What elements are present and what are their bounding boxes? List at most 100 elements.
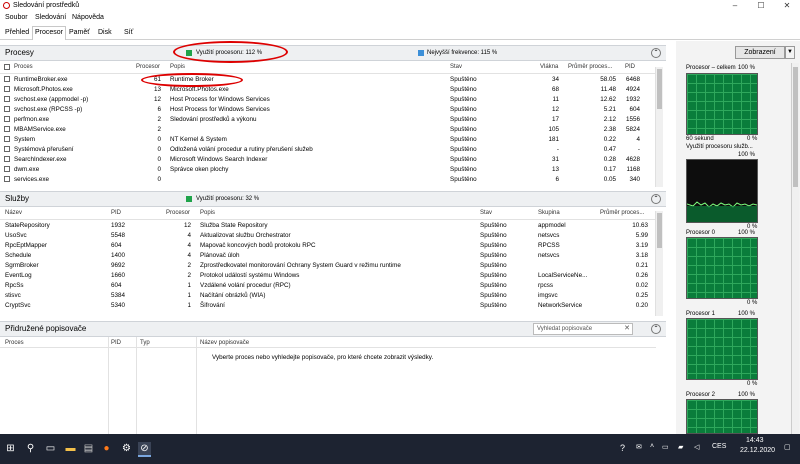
service-cell: Spuštěno [480, 282, 507, 289]
tab-disk[interactable]: Disk [96, 27, 114, 38]
handles-header[interactable]: Přidružené popisovače Vyhledat popisovač… [0, 321, 666, 337]
collapse-services-button[interactable]: ⌃ [651, 194, 661, 204]
volume-icon[interactable]: ◁ [694, 443, 699, 451]
menu-soubor[interactable]: Soubor [5, 14, 28, 21]
process-checkbox[interactable] [4, 166, 10, 172]
help-icon[interactable]: ? [620, 443, 625, 453]
maximize-icon[interactable]: ☐ [748, 0, 774, 12]
process-row[interactable]: dwm.exe 0 Správce oken plochy Spuštěno 13 0.1… [0, 165, 656, 175]
process-row[interactable]: svchost.exe (RPCSS -p) 6 Host Process for … [0, 105, 656, 115]
col-pid[interactable]: PID [625, 64, 635, 70]
service-row[interactable]: EventLog 1660 2 Protokol událostí systému W… [0, 271, 656, 281]
service-cell: Načítání obrázků (WIA) [200, 292, 266, 299]
process-checkbox[interactable] [4, 176, 10, 182]
process-row[interactable]: Systémová přerušení 0 Odložená volání proc… [0, 145, 656, 155]
language-indicator[interactable]: CES [712, 443, 726, 450]
col-h-pid[interactable]: PID [111, 340, 121, 346]
close-icon[interactable]: ✕ [774, 0, 800, 12]
col-skupina[interactable]: Skupina [538, 210, 560, 216]
col-svc-popis[interactable]: Popis [200, 210, 215, 216]
file-explorer-icon[interactable]: ▬ [64, 442, 77, 455]
process-checkbox[interactable] [4, 136, 10, 142]
process-checkbox[interactable] [4, 106, 10, 112]
col-procesor[interactable]: Procesor [136, 64, 160, 70]
process-row[interactable]: services.exe 0 Spuštěno 6 0.05 340 [0, 175, 656, 185]
collapse-processes-button[interactable]: ⌃ [651, 48, 661, 58]
process-row[interactable]: MBAMService.exe 2 Spuštěno 105 2.38 5824 [0, 125, 656, 135]
col-popis[interactable]: Popis [170, 64, 185, 70]
process-row[interactable]: svchost.exe (appmodel -p) 12 Host Process … [0, 95, 656, 105]
col-h-typ[interactable]: Typ [140, 340, 150, 346]
process-cell: 68 [551, 86, 559, 93]
mail-icon[interactable]: ✉ [636, 443, 642, 451]
graph-core1-title: Procesor 1 [686, 311, 716, 317]
graph-core0-title: Procesor 0 [686, 230, 716, 236]
process-checkbox[interactable] [4, 126, 10, 132]
service-row[interactable]: SgrmBroker 9692 2 Zprostředkovatel monitoro… [0, 261, 656, 271]
service-cell: 2 [187, 272, 191, 279]
battery-icon[interactable]: ▭ [662, 443, 669, 451]
network-icon[interactable]: ▰ [678, 443, 683, 451]
process-checkbox[interactable] [4, 86, 10, 92]
service-row[interactable]: Schedule 1400 4 Plánovač úloh Spuštěno netsvc… [0, 251, 656, 261]
process-checkbox[interactable] [4, 146, 10, 152]
service-row[interactable]: RpcSs 604 1 Vzdálené volání procedur (RPC) S… [0, 281, 656, 291]
clock-date[interactable]: 22.12.2020 [740, 447, 775, 454]
handles-search-input[interactable]: Vyhledat popisovače [537, 326, 592, 332]
graphs-scrollbar[interactable] [791, 63, 799, 434]
service-row[interactable]: CryptSvc 5340 1 Šifrování Spuštěno NetworkSer… [0, 301, 656, 311]
col-svc-procesor[interactable]: Procesor [166, 210, 190, 216]
col-svc-stav[interactable]: Stav [480, 210, 492, 216]
tray-chevron-icon[interactable]: ˄ [650, 443, 654, 450]
service-row[interactable]: StateRepository 1932 12 Služba State Reposi… [0, 221, 656, 231]
col-proces[interactable]: Proces [14, 64, 33, 70]
col-stav[interactable]: Stav [450, 64, 462, 70]
process-checkbox[interactable] [4, 96, 10, 102]
col-svc-pid[interactable]: PID [111, 210, 121, 216]
select-all-checkbox[interactable] [4, 64, 10, 70]
app-icon-taskbar[interactable]: ▤ [82, 442, 95, 455]
resource-monitor-taskbar-icon[interactable]: ⊘ [138, 442, 151, 457]
minimize-icon[interactable]: – [722, 0, 748, 12]
services-scrollbar[interactable] [655, 211, 663, 316]
process-row[interactable]: Microsoft.Photos.exe 13 Microsoft.Photos.e… [0, 85, 656, 95]
process-checkbox[interactable] [4, 76, 10, 82]
col-nazev[interactable]: Název [5, 210, 22, 216]
menu-sledovani[interactable]: Sledování [35, 14, 66, 21]
collapse-handles-button[interactable]: ⌃ [651, 324, 661, 334]
col-h-proces[interactable]: Proces [5, 340, 24, 346]
tab-pamet[interactable]: Paměť [67, 27, 92, 38]
col-prumer[interactable]: Průměr proces... [568, 64, 612, 70]
process-row[interactable]: perfmon.exe 2 Sledování prostředků a výkon… [0, 115, 656, 125]
clear-search-icon[interactable]: ✕ [624, 324, 630, 332]
process-checkbox[interactable] [4, 156, 10, 162]
task-view-icon[interactable]: ▭ [44, 442, 57, 455]
notifications-icon[interactable]: ▢ [784, 443, 791, 451]
start-icon[interactable]: ⊞ [4, 442, 17, 455]
col-vlakna[interactable]: Vlákna [540, 64, 558, 70]
col-h-nazev[interactable]: Název popisovače [200, 340, 249, 346]
clock-time[interactable]: 14:43 [746, 437, 764, 444]
service-cell: 604 [111, 242, 122, 249]
menu-napoveda[interactable]: Nápověda [72, 14, 104, 21]
tab-prehled[interactable]: Přehled [3, 27, 31, 38]
processes-header[interactable]: Procesy Využití procesoru: 112 % Nejvyšš… [0, 45, 666, 61]
process-row[interactable]: System 0 NT Kernel & System Spuštěno 181 0.22… [0, 135, 656, 145]
processes-scrollbar[interactable] [655, 67, 663, 187]
process-checkbox[interactable] [4, 116, 10, 122]
services-header[interactable]: Služby Využití procesoru: 32 % ⌃ [0, 191, 666, 207]
process-row[interactable]: SearchIndexer.exe 0 Microsoft Windows Sear… [0, 155, 656, 165]
service-row[interactable]: RpcEptMapper 604 4 Mapovač koncových bodů p… [0, 241, 656, 251]
tab-procesor[interactable]: Procesor [32, 26, 67, 40]
handles-search-box[interactable]: Vyhledat popisovače ✕ [533, 323, 633, 335]
firefox-icon[interactable]: ● [100, 442, 113, 455]
col-svc-prumer[interactable]: Průměr proces... [600, 210, 644, 216]
service-row[interactable]: UsoSvc 5548 4 Aktualizovat službu Orchestra… [0, 231, 656, 241]
tab-sit[interactable]: Síť [122, 27, 135, 38]
process-row[interactable]: RuntimeBroker.exe 61 Runtime Broker Spuštěn… [0, 75, 656, 85]
view-button[interactable]: Zobrazení [735, 46, 785, 59]
service-row[interactable]: stisvc 5384 1 Načítání obrázků (WIA) Spuštěn… [0, 291, 656, 301]
search-icon[interactable]: ⚲ [24, 442, 37, 455]
view-dropdown-icon[interactable]: ▼ [785, 46, 795, 59]
gear-app-icon[interactable]: ⚙ [120, 442, 133, 455]
